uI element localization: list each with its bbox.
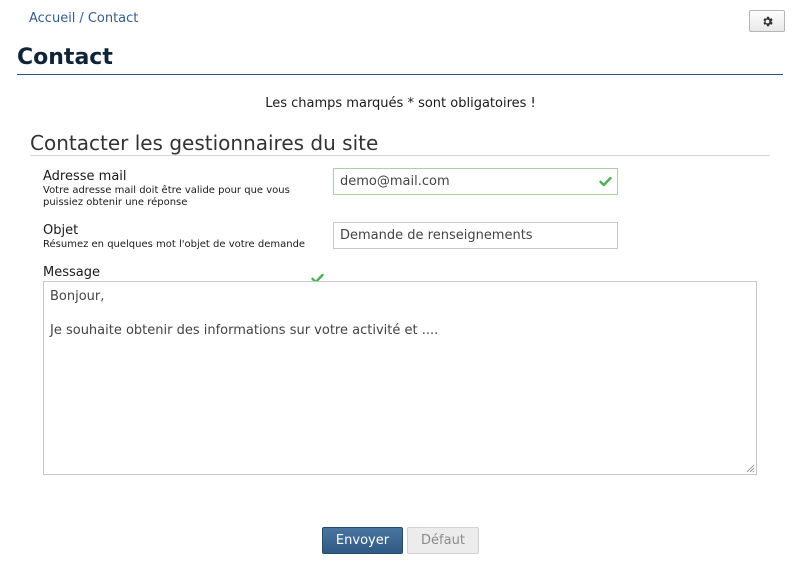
breadcrumb-home-link[interactable]: Accueil — [29, 11, 75, 26]
gear-icon — [762, 16, 773, 26]
page-title: Contact — [17, 45, 113, 70]
breadcrumb-current: Contact — [87, 11, 139, 26]
email-label: Adresse mail — [43, 169, 127, 184]
contact-page: Accueil / Contact Contact Les champs marqu… — [0, 0, 801, 574]
subject-label: Objet — [43, 223, 79, 238]
section-divider — [30, 155, 770, 156]
breadcrumb: Accueil / Contact — [29, 11, 138, 26]
subject-field[interactable] — [333, 222, 618, 249]
title-divider — [17, 74, 783, 75]
email-hint: Votre adresse mail doit être valide pour… — [43, 185, 290, 208]
subject-hint: Résumez en quelques mot l'objet de votre… — [43, 239, 306, 250]
breadcrumb-separator: / — [79, 11, 84, 26]
required-fields-note: Les champs marqués * sont obligatoires ! — [265, 96, 536, 111]
settings-button[interactable] — [749, 10, 785, 32]
reset-button[interactable]: Défaut — [407, 527, 479, 554]
message-textarea[interactable]: Bonjour, Je souhaite obtenir des informa… — [43, 281, 757, 475]
message-label: Message — [43, 265, 100, 280]
email-valid-check-icon — [599, 176, 612, 187]
resize-grip-icon[interactable] — [745, 463, 755, 473]
submit-button[interactable]: Envoyer — [322, 527, 403, 554]
section-title: Contacter les gestionnaires du site — [30, 131, 379, 155]
email-field[interactable] — [333, 168, 618, 195]
